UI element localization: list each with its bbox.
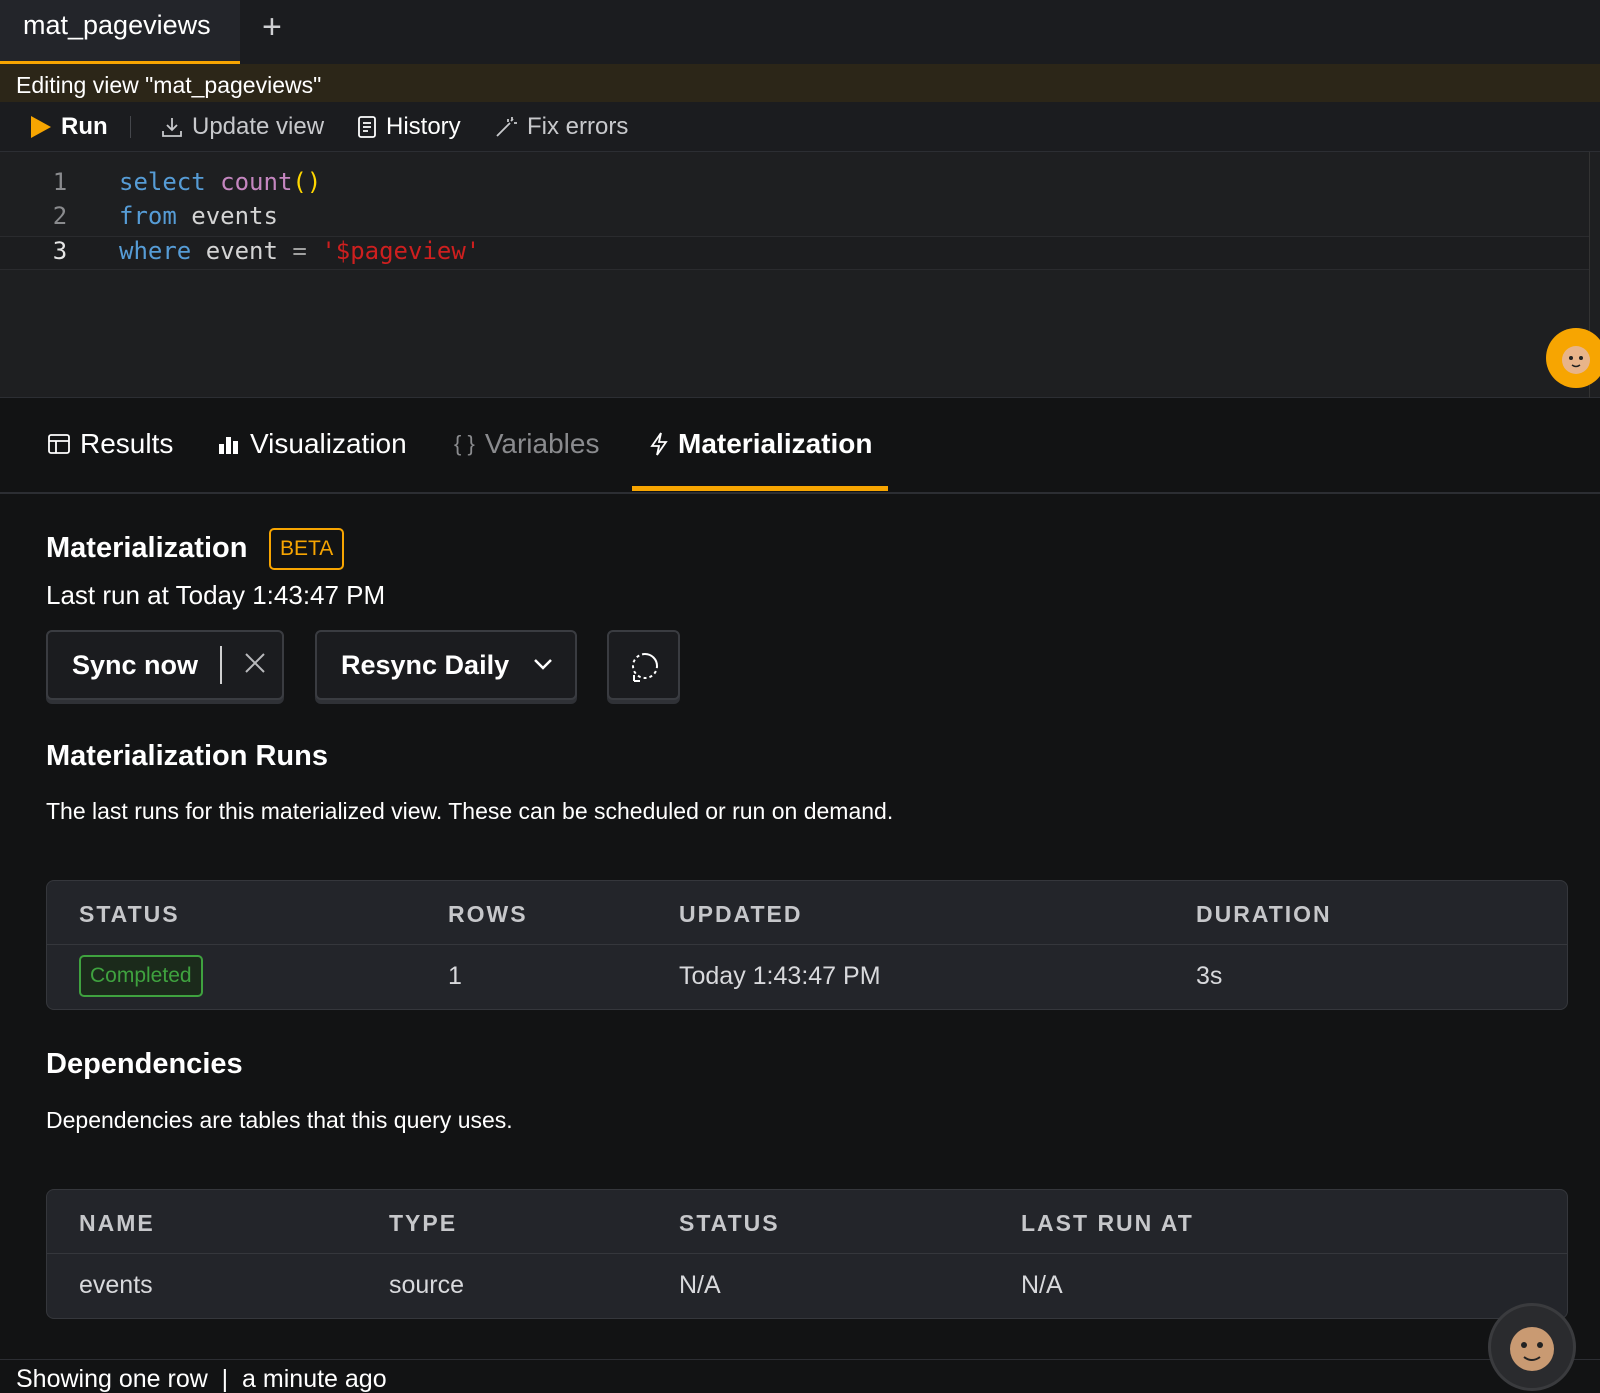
tab-visualization[interactable]: Visualization [218, 428, 407, 460]
materialization-runs-description: The last runs for this materialized view… [46, 798, 894, 824]
cell-name: events [79, 1271, 153, 1299]
column-header-rows: ROWS [448, 901, 528, 927]
editing-view-banner: Editing view "mat_pageviews" [0, 64, 1600, 102]
materialization-runs-title: Materialization Runs [46, 740, 328, 772]
cell-type: source [389, 1271, 465, 1299]
status-badge: Completed [79, 955, 203, 997]
column-header-last-run-at: LAST RUN AT [1021, 1210, 1194, 1236]
column-header-duration: DURATION [1196, 901, 1332, 927]
editor-toolbar: Run Update view History Fix errors [0, 102, 1600, 152]
chevron-down-icon [534, 659, 552, 670]
sync-now-button[interactable]: Sync now [46, 630, 284, 700]
table-header: STATUS ROWS UPDATED DURATION [47, 881, 1567, 945]
code-line-current: 3 where event = '$pageview' [0, 236, 1590, 270]
toolbar-divider [130, 116, 131, 138]
braces-icon: { } [454, 431, 475, 456]
run-button[interactable]: Run [30, 113, 108, 141]
refresh-icon [632, 653, 658, 682]
result-tabs: Results Visualization { } Variables Mate… [0, 398, 1600, 494]
line-number: 3 [52, 237, 68, 265]
dependencies-table: NAME TYPE STATUS LAST RUN AT events sour… [46, 1189, 1568, 1319]
status-bar: Showing one row | a minute ago [0, 1359, 1600, 1393]
hedgehog-assistant-icon[interactable] [1546, 328, 1600, 388]
cell-last-run-at: N/A [1021, 1271, 1063, 1299]
update-view-button[interactable]: Update view [161, 113, 324, 141]
table-row: Completed 1 Today 1:43:47 PM 3s [47, 945, 1567, 1009]
close-icon[interactable] [240, 648, 270, 678]
beta-badge: BETA [269, 528, 345, 570]
column-header-type: TYPE [389, 1210, 458, 1236]
column-header-updated: UPDATED [679, 901, 803, 927]
materialization-title: Materialization [46, 532, 248, 564]
table-row: events source N/A N/A [47, 1254, 1567, 1318]
status-bar-text: Showing one row | a minute ago [16, 1365, 387, 1393]
new-tab-plus-icon[interactable]: + [262, 8, 282, 47]
tab-variables-label: Variables [484, 428, 600, 459]
last-run-text: Last run at Today 1:43:47 PM [46, 580, 386, 610]
fix-errors-label: Fix errors [527, 113, 629, 140]
table-header: NAME TYPE STATUS LAST RUN AT [47, 1190, 1567, 1254]
history-label: History [386, 113, 461, 140]
code-line: 2 from events [0, 202, 1590, 236]
code-text: from events [119, 202, 278, 230]
sql-editor[interactable]: 1 select count() 2 from events 3 where e… [0, 152, 1600, 398]
sync-now-label: Sync now [72, 650, 199, 680]
line-number: 2 [52, 202, 68, 230]
document-icon [358, 116, 376, 138]
cell-rows: 1 [448, 962, 462, 990]
table-icon [48, 434, 70, 454]
dependencies-title: Dependencies [46, 1048, 243, 1080]
column-header-status: STATUS [79, 901, 180, 927]
line-number: 1 [52, 168, 68, 196]
run-label: Run [61, 113, 108, 140]
tab-materialization[interactable]: Materialization [650, 428, 872, 460]
lightning-icon [650, 432, 668, 456]
tab-results-label: Results [80, 428, 174, 459]
bar-chart-icon [219, 437, 238, 454]
cell-updated: Today 1:43:47 PM [679, 962, 881, 990]
tab-variables[interactable]: { } Variables [454, 428, 599, 460]
tab-results[interactable]: Results [48, 428, 173, 460]
button-divider [220, 646, 222, 684]
hedgehog-help-icon[interactable] [1488, 1303, 1576, 1391]
resync-interval-dropdown[interactable]: Resync Daily [315, 630, 577, 700]
play-icon [31, 116, 51, 138]
active-tab-indicator [632, 486, 888, 491]
history-button[interactable]: History [357, 113, 461, 141]
code-text: where event = '$pageview' [119, 237, 481, 265]
magic-wand-icon [496, 117, 517, 137]
cell-duration: 3s [1196, 962, 1223, 990]
materialization-runs-table: STATUS ROWS UPDATED DURATION Completed 1… [46, 880, 1568, 1010]
query-tab-bar: mat_pageviews + [0, 0, 1600, 64]
column-header-name: NAME [79, 1210, 155, 1236]
resync-label: Resync Daily [341, 650, 510, 680]
code-text: select count() [119, 168, 322, 196]
column-header-status: STATUS [679, 1210, 780, 1236]
fix-errors-button[interactable]: Fix errors [494, 113, 628, 141]
cell-status: N/A [679, 1271, 721, 1299]
update-view-label: Update view [192, 113, 325, 140]
tab-materialization-label: Materialization [678, 428, 873, 459]
tab-mat-pageviews[interactable]: mat_pageviews [0, 0, 240, 64]
refresh-button[interactable] [607, 630, 680, 700]
download-icon [162, 118, 182, 137]
code-line: 1 select count() [0, 168, 1590, 202]
dependencies-description: Dependencies are tables that this query … [46, 1107, 513, 1133]
tab-visualization-label: Visualization [250, 428, 407, 459]
